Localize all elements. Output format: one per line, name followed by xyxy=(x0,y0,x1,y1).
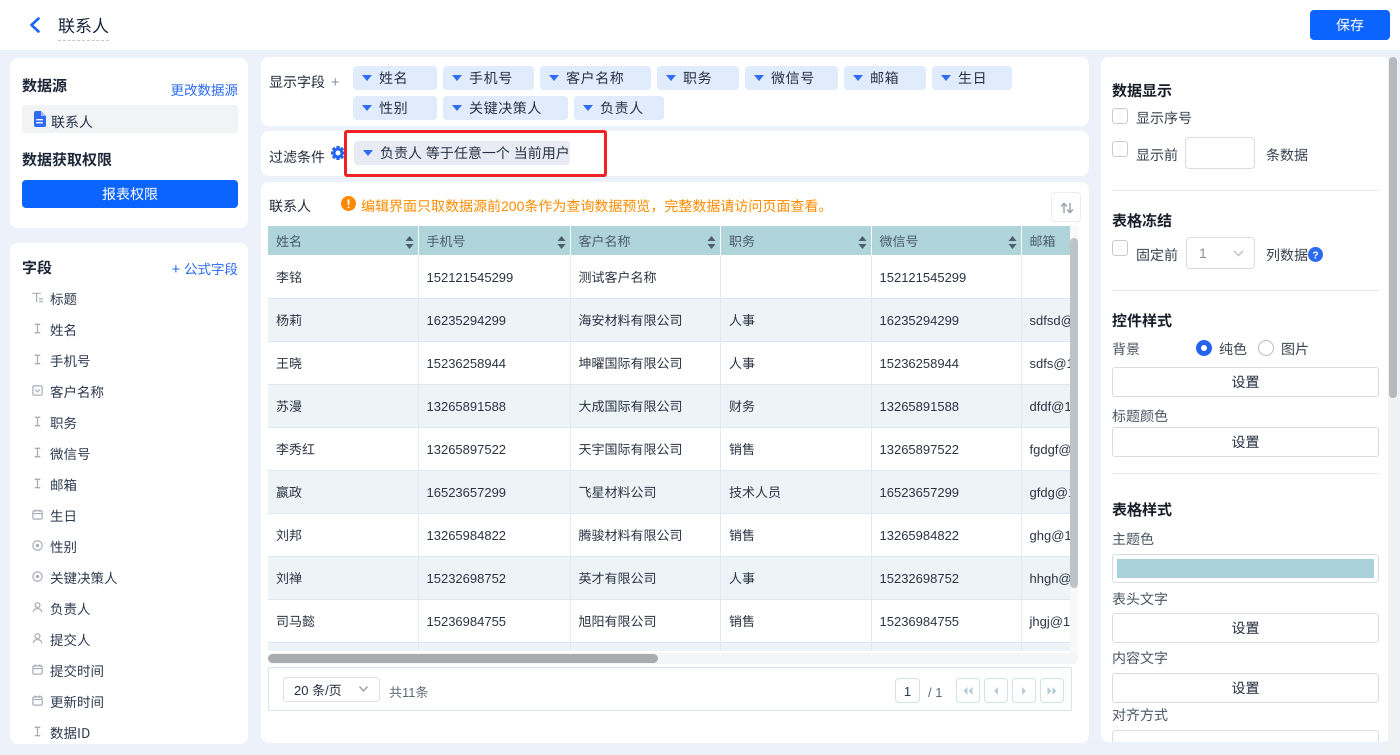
svg-text:?: ? xyxy=(1312,250,1318,261)
